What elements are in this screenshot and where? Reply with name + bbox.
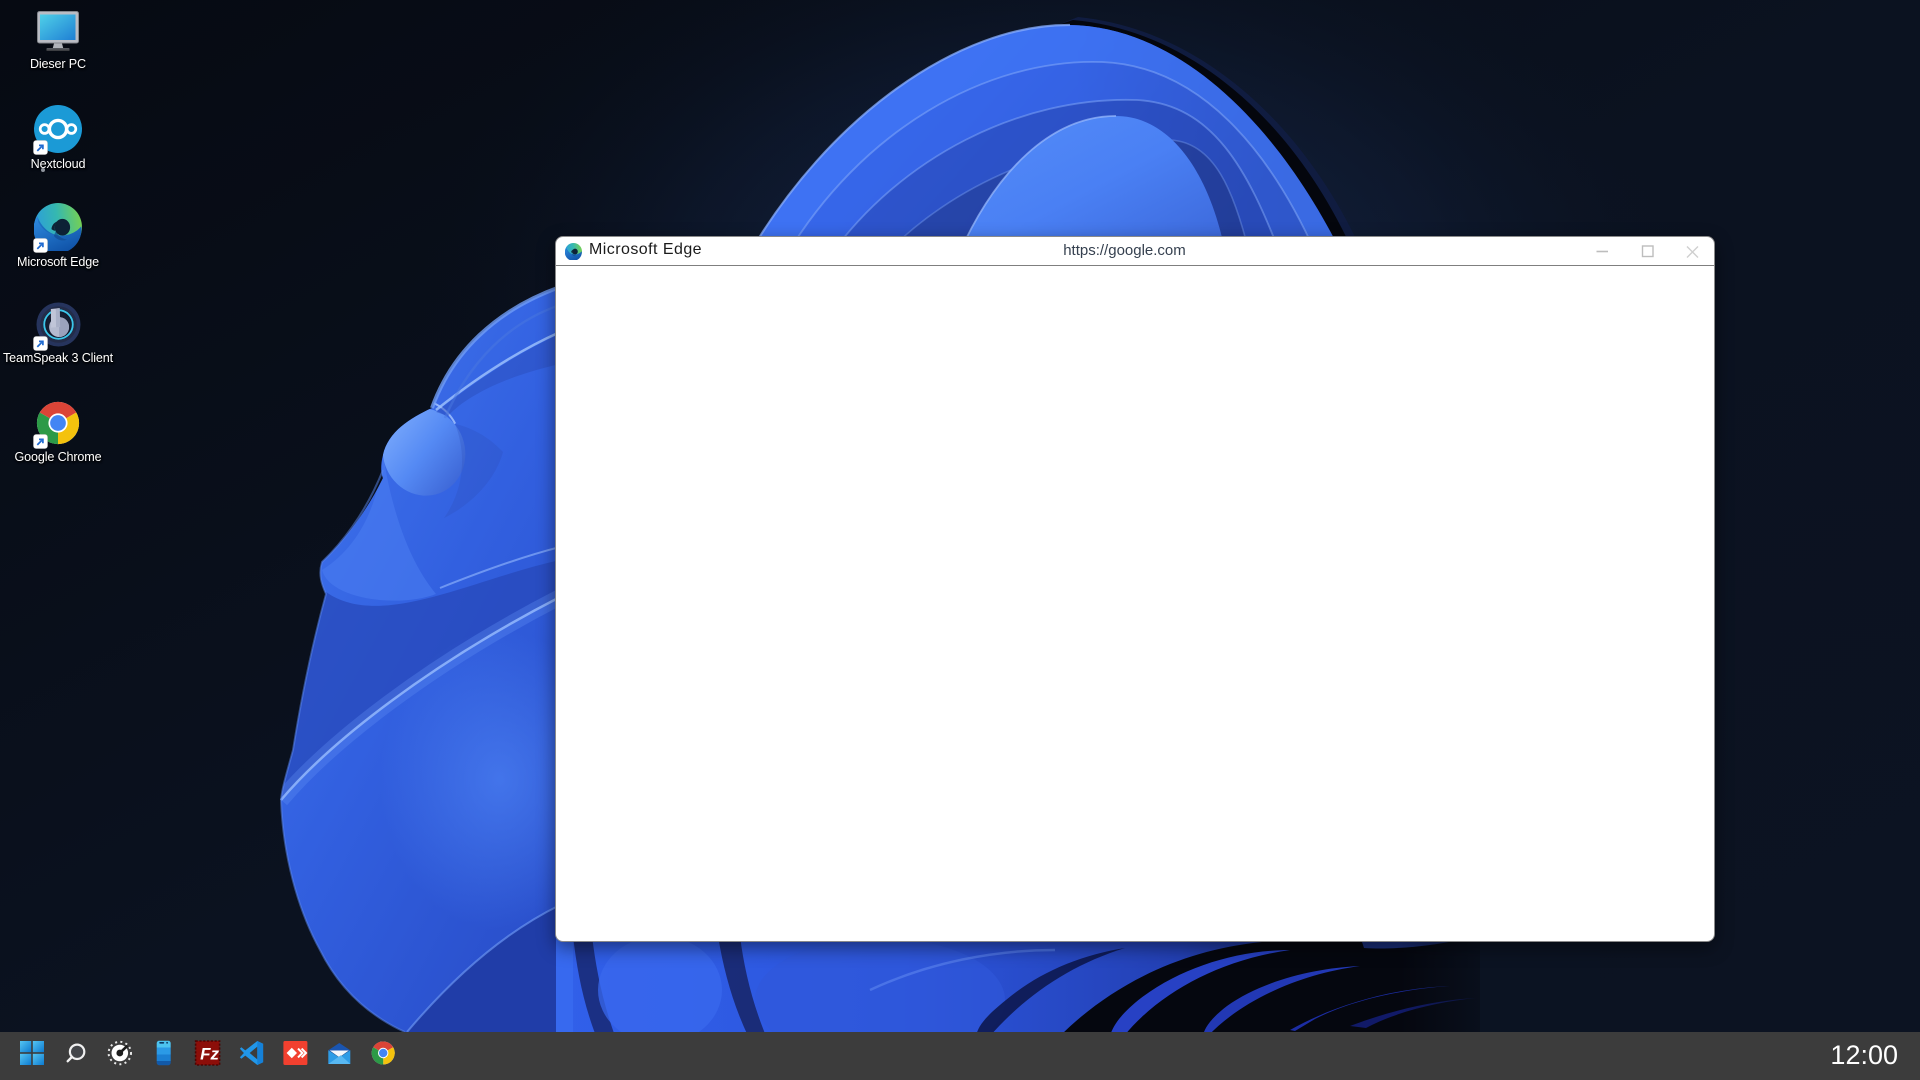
svg-text:Fz: Fz [200,1045,219,1064]
